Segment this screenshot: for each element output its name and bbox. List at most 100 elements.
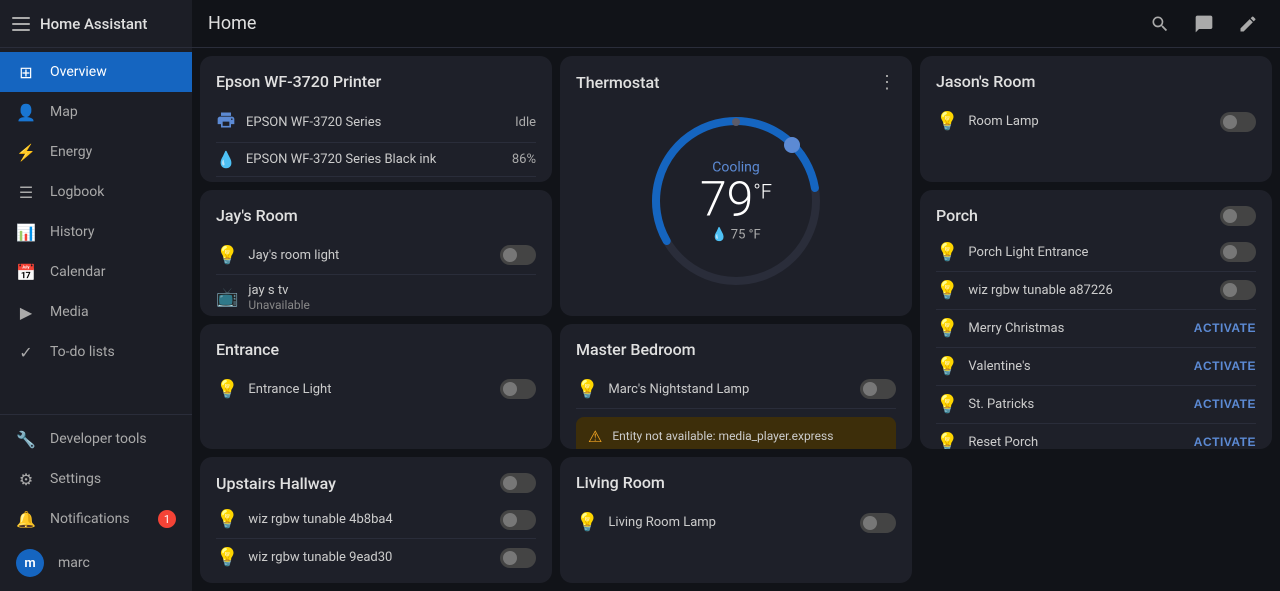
hamburger-menu[interactable] xyxy=(12,17,30,31)
living-room-title: Living Room xyxy=(576,473,896,492)
sidebar-item-energy[interactable]: ⚡ Energy xyxy=(0,132,192,172)
sidebar-item-logbook[interactable]: ☰ Logbook xyxy=(0,172,192,212)
porch-light-row-3: 💡 Valentine's ACTIVATE xyxy=(936,348,1256,386)
drop-icon: 💧 xyxy=(711,228,727,243)
porch-light-2-label: Merry Christmas xyxy=(968,321,1193,336)
living-light-toggle[interactable] xyxy=(860,513,896,533)
sidebar-item-label: Calendar xyxy=(50,264,106,280)
room-lamp-toggle[interactable] xyxy=(1220,112,1256,132)
overview-icon: ⊞ xyxy=(16,62,36,82)
sidebar-item-label: To-do lists xyxy=(50,344,115,360)
sidebar-item-todo[interactable]: ✓ To-do lists xyxy=(0,332,192,372)
room-lamp-label: Room Lamp xyxy=(968,114,1220,129)
edit-icon[interactable] xyxy=(1232,8,1264,40)
jays-room-card: Jay's Room 💡 Jay's room light 📺 jay s tv… xyxy=(200,190,552,316)
map-icon: 👤 xyxy=(16,102,36,122)
porch-master-toggle[interactable] xyxy=(1220,206,1256,226)
todo-icon: ✓ xyxy=(16,342,36,362)
upstairs-master-toggle[interactable] xyxy=(500,473,536,493)
sidebar-item-map[interactable]: 👤 Map xyxy=(0,92,192,132)
upstairs-hallway-title: Upstairs Hallway xyxy=(216,474,336,493)
living-bulb-icon: 💡 xyxy=(576,512,598,533)
upstairs-light-1-toggle[interactable] xyxy=(500,548,536,568)
porch-light-0-label: Porch Light Entrance xyxy=(968,245,1220,260)
alert-row: ⚠ Entity not available: media_player.exp… xyxy=(576,417,896,450)
sidebar-item-settings[interactable]: ⚙ Settings xyxy=(0,459,192,499)
porch-light-0-toggle[interactable] xyxy=(1220,242,1256,262)
thermostat-circle: Cooling 79°F 💧 75 °F xyxy=(636,101,836,301)
bulb-icon-4: 💡 xyxy=(936,394,958,415)
porch-light-row-0: 💡 Porch Light Entrance xyxy=(936,234,1256,272)
bulb-icon-0: 💡 xyxy=(936,242,958,263)
sidebar-item-notifications[interactable]: 🔔 Notifications 1 xyxy=(0,499,192,539)
porch-light-5-activate[interactable]: ACTIVATE xyxy=(1194,435,1256,449)
sidebar-item-developer[interactable]: 🔧 Developer tools xyxy=(0,419,192,459)
alert-icon: ⚠ xyxy=(588,427,602,446)
printer-card: Epson WF-3720 Printer EPSON WF-3720 Seri… xyxy=(200,56,552,182)
bulb-icon-3: 💡 xyxy=(936,356,958,377)
porch-light-row-5: 💡 Reset Porch ACTIVATE xyxy=(936,424,1256,450)
upstairs-light-0-label: wiz rgbw tunable 4b8ba4 xyxy=(248,512,500,527)
entrance-light-row-0: 💡 Entrance Light xyxy=(216,371,536,408)
jasons-room-title: Jason's Room xyxy=(936,72,1256,91)
sidebar-item-label: Notifications xyxy=(50,511,130,527)
jays-tv-label: jay s tv xyxy=(248,283,536,298)
search-icon[interactable] xyxy=(1144,8,1176,40)
sidebar-item-user[interactable]: m marc xyxy=(0,539,192,587)
printer-row-0: EPSON WF-3720 Series Idle xyxy=(216,103,536,143)
master-bedroom-card: Master Bedroom 💡 Marc's Nightstand Lamp … xyxy=(560,324,912,450)
thermostat-unit: °F xyxy=(753,180,772,204)
sidebar-item-media[interactable]: ▶ Media xyxy=(0,292,192,332)
energy-icon: ⚡ xyxy=(16,142,36,162)
porch-light-2-activate[interactable]: ACTIVATE xyxy=(1194,321,1256,335)
entrance-bulb-icon: 💡 xyxy=(216,379,238,400)
thermostat-more-icon[interactable]: ⋮ xyxy=(878,72,896,93)
thermostat-title: Thermostat xyxy=(576,73,659,92)
master-light-toggle[interactable] xyxy=(860,379,896,399)
porch-light-4-activate[interactable]: ACTIVATE xyxy=(1194,397,1256,411)
sidebar-item-overview[interactable]: ⊞ Overview xyxy=(0,52,192,92)
sidebar-item-calendar[interactable]: 📅 Calendar xyxy=(0,252,192,292)
printer-device-icon xyxy=(216,110,236,135)
main-content: Home Epson WF-3720 Printer EPSON WF-3720… xyxy=(192,0,1280,591)
porch-light-1-toggle[interactable] xyxy=(1220,280,1256,300)
upstairs-light-0-toggle[interactable] xyxy=(500,510,536,530)
thermostat-temp: 79°F xyxy=(700,176,772,224)
porch-light-row-1: 💡 wiz rgbw tunable a87226 xyxy=(936,272,1256,310)
upstairs-hallway-card: Upstairs Hallway 💡 wiz rgbw tunable 4b8b… xyxy=(200,457,552,583)
sidebar-item-label: Map xyxy=(50,104,78,120)
porch-card: Porch 💡 Porch Light Entrance 💡 wiz rgbw … xyxy=(920,190,1272,450)
master-light-label: Marc's Nightstand Lamp xyxy=(608,382,860,397)
porch-light-3-activate[interactable]: ACTIVATE xyxy=(1194,359,1256,373)
sidebar-item-history[interactable]: 📊 History xyxy=(0,212,192,252)
jays-light-toggle[interactable] xyxy=(500,245,536,265)
bulb-icon-1: 💡 xyxy=(936,280,958,301)
upstairs-bulb-0: 💡 xyxy=(216,509,238,530)
page-title: Home xyxy=(208,13,1132,34)
master-bedroom-title: Master Bedroom xyxy=(576,340,896,359)
living-light-label: Living Room Lamp xyxy=(608,515,860,530)
settings-icon: ⚙ xyxy=(16,469,36,489)
bulb-icon: 💡 xyxy=(216,245,238,266)
jays-light-label: Jay's room light xyxy=(248,248,500,263)
master-bulb-icon: 💡 xyxy=(576,379,598,400)
history-icon: 📊 xyxy=(16,222,36,242)
entrance-light-toggle[interactable] xyxy=(500,379,536,399)
developer-icon: 🔧 xyxy=(16,429,36,449)
printer-row-1: 💧 EPSON WF-3720 Series Black ink 86% xyxy=(216,143,536,177)
porch-title: Porch xyxy=(936,206,978,225)
upstairs-light-row-1: 💡 wiz rgbw tunable 9ead30 xyxy=(216,539,536,576)
sidebar-item-label: History xyxy=(50,224,95,240)
media-icon: ▶ xyxy=(16,302,36,322)
content-grid: Epson WF-3720 Printer EPSON WF-3720 Seri… xyxy=(192,48,1280,591)
thermostat-inner: Cooling 79°F 💧 75 °F xyxy=(700,160,772,243)
sidebar-header: Home Assistant xyxy=(0,0,192,48)
master-bedroom-light-row-0: 💡 Marc's Nightstand Lamp xyxy=(576,371,896,409)
notifications-icon: 🔔 xyxy=(16,509,36,529)
topbar: Home xyxy=(192,0,1280,48)
chat-icon[interactable] xyxy=(1188,8,1220,40)
porch-light-3-label: Valentine's xyxy=(968,359,1193,374)
porch-light-1-label: wiz rgbw tunable a87226 xyxy=(968,283,1220,298)
sidebar-item-label: Developer tools xyxy=(50,431,147,447)
jays-tv-status: Unavailable xyxy=(248,298,536,312)
